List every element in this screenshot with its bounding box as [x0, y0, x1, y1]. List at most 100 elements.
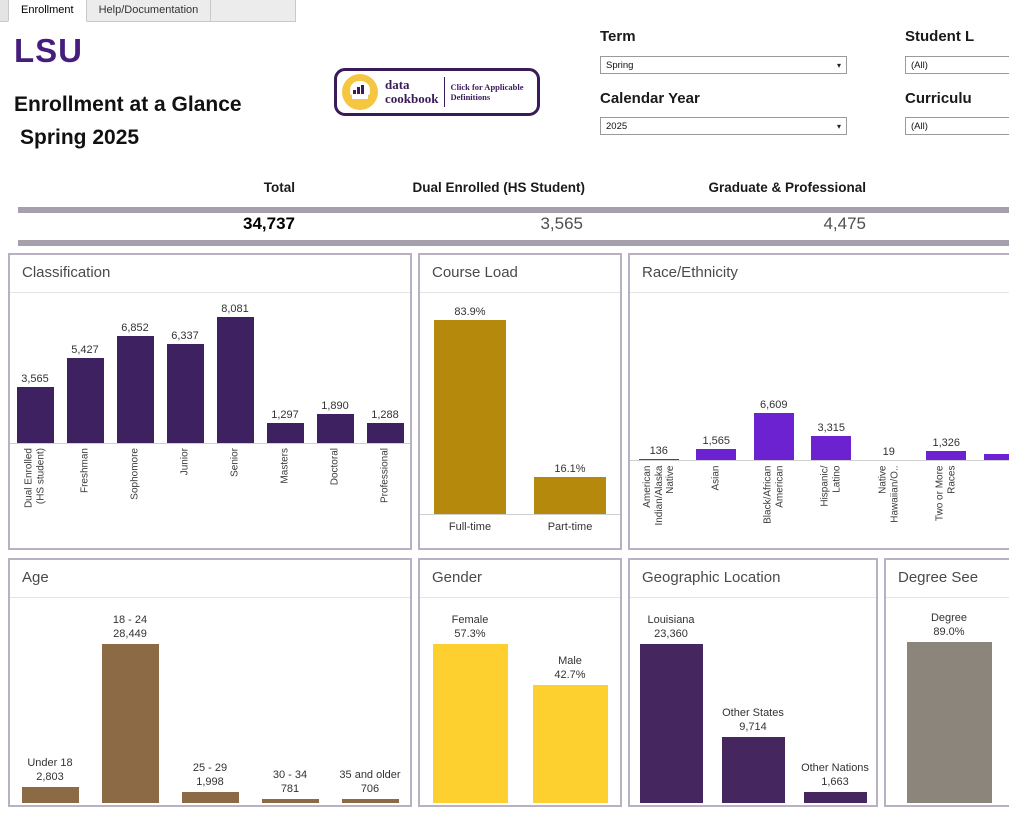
bar-slot: 35 and older706: [330, 598, 410, 803]
axis-category-label: Two or MoreRaces: [918, 461, 976, 546]
geographic_location-bar[interactable]: [722, 737, 785, 803]
mini-bar-chart-icon: [353, 85, 364, 94]
chart-title-geographic-location: Geographic Location: [630, 560, 876, 598]
term-dropdown[interactable]: Spring ▾: [600, 56, 847, 74]
calendar-year-dropdown[interactable]: 2025 ▾: [600, 117, 847, 135]
bar-slot: Louisiana23,360: [630, 598, 712, 803]
geographic-location-chart: Louisiana23,360 Other States9,714 Other Na…: [630, 598, 876, 803]
bar-category-value-label: Female57.3%: [452, 613, 489, 641]
axis-category-label: Sophomore: [110, 444, 160, 544]
bar-category-value-label: Degree89.0%: [931, 611, 967, 639]
axis-category-label: Full-time: [420, 515, 520, 543]
gender-bar[interactable]: [533, 685, 608, 803]
bar-slot: 8,081: [210, 293, 260, 443]
axis-category-label: Part-time: [520, 515, 620, 543]
bar-slot: 6,337: [160, 293, 210, 443]
bar-category-value-label: Other Nations1,663: [801, 761, 869, 789]
axis-category-label: AmericanIndian/AlaskaNative: [630, 461, 688, 546]
age-bar[interactable]: [342, 799, 399, 803]
bar-slot-clipped: [975, 293, 1009, 460]
classification-bar[interactable]: [217, 317, 254, 443]
degree-seeking-chart: Degree89.0%: [886, 598, 1009, 803]
bar-value-label: 3,565: [21, 373, 49, 385]
bar-value-label: 136: [650, 445, 668, 457]
axis-category-label: Dual Enrolled(HS student): [10, 444, 60, 544]
axis-category-label: Masters: [260, 444, 310, 544]
age-chart: Under 182,80318 - 2428,44925 - 291,99830…: [10, 598, 410, 803]
axis-category-label: NativeHawaiian/O..: [860, 461, 918, 546]
bar-slot: Female57.3%: [420, 598, 520, 803]
filter-label-calendar-year: Calendar Year: [600, 90, 700, 107]
summary-divider-bottom: [18, 240, 1009, 246]
data-cookbook-link[interactable]: data cookbook Click for Applicable Defin…: [334, 68, 540, 116]
classification-bar[interactable]: [317, 414, 354, 443]
panel-course-load: Course Load 83.9%16.1%Full-timePart-time: [418, 253, 622, 550]
student-level-dropdown-value: (All): [911, 60, 928, 71]
bar-slot: 25 - 291,998: [170, 598, 250, 803]
bar-slot: 3,565: [10, 293, 60, 443]
bar-slot: Male42.7%: [520, 598, 620, 803]
bar-slot: 18 - 2428,449: [90, 598, 170, 803]
panel-age: Age Under 182,80318 - 2428,44925 - 291,9…: [8, 558, 412, 807]
panel-race-ethnicity: Race/Ethnicity 1361,5656,6093,315191,326…: [628, 253, 1009, 550]
age-bar[interactable]: [262, 799, 319, 803]
student-level-dropdown[interactable]: (All): [905, 56, 1009, 74]
curriculum-dropdown-value: (All): [911, 121, 928, 132]
degree_seeking-bar[interactable]: [907, 642, 992, 803]
bar-value-label: 3,315: [817, 422, 845, 434]
bar-value-label: 19: [883, 446, 895, 458]
age-bar[interactable]: [22, 787, 79, 803]
filter-label-term: Term: [600, 28, 636, 45]
bar-value-label: 6,609: [760, 399, 788, 411]
geographic_location-bar[interactable]: [804, 792, 867, 803]
curriculum-dropdown[interactable]: (All): [905, 117, 1009, 135]
race_ethnicity-bar[interactable]: [811, 436, 851, 460]
bar-category-value-label: Other States9,714: [722, 706, 784, 734]
summary-value-dual-enrolled: 3,565: [300, 214, 583, 234]
chart-title-gender: Gender: [420, 560, 620, 598]
tab-bar: Enrollment Help/Documentation: [0, 0, 296, 22]
summary-header-dual-enrolled: Dual Enrolled (HS Student): [300, 180, 585, 195]
summary-header-total: Total: [100, 180, 295, 195]
geographic_location-bar[interactable]: [640, 644, 703, 803]
gender-bar[interactable]: [433, 644, 508, 803]
course-load-chart: 83.9%16.1%Full-timePart-time: [420, 293, 620, 543]
classification-bar[interactable]: [17, 387, 54, 443]
chart-title-course-load: Course Load: [420, 255, 620, 293]
race_ethnicity-bar[interactable]: [639, 459, 679, 460]
filter-label-curriculum: Curriculu: [905, 90, 972, 107]
race_ethnicity-bar[interactable]: [754, 413, 794, 460]
panel-classification: Classification 3,5655,4276,8526,3378,081…: [8, 253, 412, 550]
course_load-bar[interactable]: [434, 320, 506, 514]
page-title-line2: Spring 2025: [14, 121, 242, 154]
chevron-down-icon: ▾: [837, 122, 841, 131]
bar-value-label: 1,326: [932, 437, 960, 449]
race_ethnicity-bar-clipped[interactable]: [984, 454, 1009, 460]
bar-slot: 6,852: [110, 293, 160, 443]
course_load-bar[interactable]: [534, 477, 606, 514]
tab-enrollment[interactable]: Enrollment: [8, 0, 87, 22]
classification-bar[interactable]: [267, 423, 304, 443]
race_ethnicity-bar[interactable]: [926, 451, 966, 460]
classification-bar[interactable]: [117, 336, 154, 443]
classification-bar[interactable]: [167, 344, 204, 443]
gender-chart: Female57.3% Male42.7%: [420, 598, 620, 803]
bar-slot: 1,326: [918, 293, 976, 460]
age-bar[interactable]: [102, 644, 159, 803]
bar-slot: 136: [630, 293, 688, 460]
bar-value-label: 1,890: [321, 400, 349, 412]
enrollment-dashboard: Enrollment Help/Documentation LSU Enroll…: [0, 0, 1009, 828]
bar-slot: 6,609: [745, 293, 803, 460]
bar-category-value-label: 30 - 34781: [273, 768, 307, 796]
race-ethnicity-chart: 1361,5656,6093,315191,326AmericanIndian/…: [630, 293, 1009, 546]
classification-bar[interactable]: [67, 358, 104, 443]
tab-help-documentation[interactable]: Help/Documentation: [87, 0, 212, 22]
bar-slot: 19: [860, 293, 918, 460]
axis-category-label: Hispanic/Latino: [803, 461, 861, 546]
race_ethnicity-bar[interactable]: [696, 449, 736, 460]
page-title: Enrollment at a Glance Spring 2025: [14, 88, 242, 154]
classification-bar[interactable]: [367, 423, 404, 443]
bar-category-value-label: 35 and older706: [339, 768, 400, 796]
tab-bar-left-pad: [0, 0, 8, 22]
age-bar[interactable]: [182, 792, 239, 803]
